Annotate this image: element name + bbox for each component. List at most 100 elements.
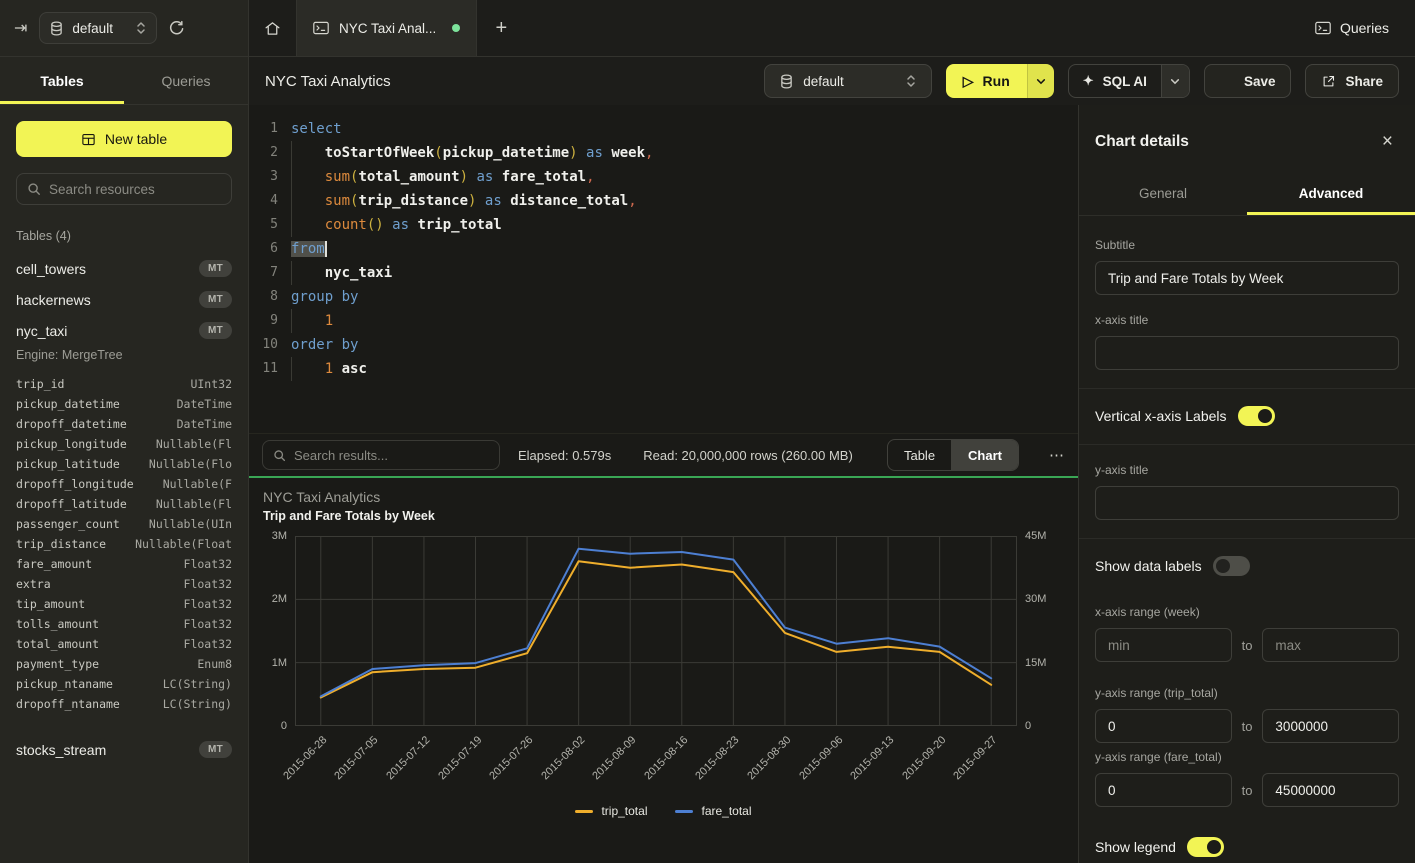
editor-line[interactable]: 7 nyc_taxi — [249, 261, 1078, 285]
queries-icon — [1315, 21, 1331, 35]
column-row: pickup_datetimeDateTime — [16, 394, 232, 414]
home-button[interactable] — [249, 0, 297, 56]
editor-line[interactable]: 2 toStartOfWeek(pickup_datetime) as week… — [249, 141, 1078, 165]
queries-button[interactable]: Queries — [1289, 0, 1415, 56]
collapse-sidebar-button[interactable]: ⇥ — [14, 18, 27, 38]
editor-line[interactable]: 5 count() as trip_total — [249, 213, 1078, 237]
line-number: 10 — [249, 333, 278, 357]
editor-line[interactable]: 4 sum(trip_distance) as distance_total, — [249, 189, 1078, 213]
sidebar-search — [16, 173, 232, 205]
query-database-select[interactable]: default — [764, 64, 932, 98]
y-axis-title-input[interactable] — [1095, 486, 1399, 520]
x-range-min-input[interactable] — [1095, 628, 1232, 662]
tables-section-label: Tables (4) — [0, 223, 248, 253]
editor-line[interactable]: 9 1 — [249, 309, 1078, 333]
y-axis-tick-right: 0 — [1025, 719, 1077, 733]
line-number: 2 — [249, 141, 278, 165]
column-row: fare_amountFloat32 — [16, 554, 232, 574]
new-table-label: New table — [105, 131, 167, 147]
x-axis-tick: 2015-08-23 — [694, 734, 742, 782]
legend-label: fare_total — [701, 804, 751, 818]
panel-tab-advanced[interactable]: Advanced — [1247, 172, 1415, 215]
sidebar-tab-tables[interactable]: Tables — [0, 57, 124, 104]
editor-line[interactable]: 1select — [249, 117, 1078, 141]
table-name: nyc_taxi — [16, 323, 67, 339]
search-resources-input[interactable] — [49, 182, 221, 197]
table-row-nyc-taxi[interactable]: nyc_taxi MT — [0, 315, 248, 346]
share-button[interactable]: Share — [1305, 64, 1399, 98]
view-toggle-table[interactable]: Table — [888, 440, 951, 470]
show-data-labels-label: Show data labels — [1095, 558, 1202, 574]
new-tab-button[interactable]: + — [477, 0, 525, 56]
search-icon — [273, 449, 286, 462]
y-axis-tick-right: 45M — [1025, 529, 1077, 543]
table-name: cell_towers — [16, 261, 86, 277]
column-row: trip_idUInt32 — [16, 374, 232, 394]
results-toolbar: Elapsed: 0.579s Read: 20,000,000 rows (2… — [249, 433, 1078, 476]
workspace: 1select2 toStartOfWeek(pickup_datetime) … — [249, 105, 1078, 863]
y-range-fare-min-input[interactable] — [1095, 773, 1232, 807]
editor-line[interactable]: 3 sum(total_amount) as fare_total, — [249, 165, 1078, 189]
table-row-stocks-stream[interactable]: stocks_stream MT — [0, 734, 248, 765]
y-range-fare-max-input[interactable] — [1262, 773, 1399, 807]
run-button[interactable]: ▷ Run — [946, 64, 1027, 98]
query-header: NYC Taxi Analytics default ▷ Run — [249, 57, 1415, 105]
x-axis-tick: 2015-07-05 — [333, 734, 381, 782]
y-range-trip-label: y-axis range (trip_total) — [1095, 686, 1399, 700]
save-button[interactable]: Save — [1204, 64, 1292, 98]
y-range-trip-min-input[interactable] — [1095, 709, 1232, 743]
to-label: to — [1242, 783, 1253, 798]
show-data-labels-toggle[interactable] — [1213, 556, 1250, 576]
editor-line[interactable]: 10order by — [249, 333, 1078, 357]
column-row: extraFloat32 — [16, 574, 232, 594]
tab-nyc-taxi-analytics[interactable]: NYC Taxi Anal... — [297, 0, 477, 56]
table-row-cell-towers[interactable]: cell_towers MT — [0, 253, 248, 284]
panel-tab-general[interactable]: General — [1079, 172, 1247, 215]
read-stat: Read: 20,000,000 rows (260.00 MB) — [643, 448, 853, 463]
search-results-input[interactable] — [294, 448, 489, 463]
close-panel-button[interactable]: × — [1382, 132, 1393, 151]
legend-item-fare_total[interactable]: fare_total — [675, 804, 751, 818]
refresh-button[interactable] — [169, 20, 185, 36]
legend-item-trip_total[interactable]: trip_total — [575, 804, 647, 818]
legend-swatch — [575, 810, 593, 813]
sql-ai-options-button[interactable] — [1161, 65, 1189, 97]
sidebar-tab-queries[interactable]: Queries — [124, 57, 248, 104]
sql-ai-label: SQL AI — [1103, 74, 1147, 89]
main: NYC Taxi Analytics default ▷ Run — [249, 57, 1415, 863]
topbar-database-select[interactable]: default — [39, 12, 157, 44]
new-table-button[interactable]: New table — [16, 121, 232, 157]
table-row-hackernews[interactable]: hackernews MT — [0, 284, 248, 315]
sql-ai-button[interactable]: ✦ SQL AI — [1069, 65, 1161, 97]
more-options-button[interactable]: ⋯ — [1049, 446, 1065, 464]
line-chart-plot[interactable] — [295, 536, 1017, 726]
view-toggle: Table Chart — [887, 439, 1019, 471]
view-toggle-chart[interactable]: Chart — [951, 440, 1018, 470]
column-row: dropoff_latitudeNullable(Fl — [16, 494, 232, 514]
sidebar: Tables Queries New table Tables (4) cell… — [0, 57, 249, 863]
topbar-left: ⇥ default — [0, 0, 249, 56]
editor-line[interactable]: 6from — [249, 237, 1078, 261]
x-axis-tick: 2015-07-19 — [436, 734, 484, 782]
engine-badge: MT — [199, 260, 232, 277]
column-row: dropoff_ntanameLC(String) — [16, 694, 232, 714]
subtitle-input[interactable] — [1095, 261, 1399, 295]
line-number: 7 — [249, 261, 278, 285]
y-range-trip-max-input[interactable] — [1262, 709, 1399, 743]
sql-editor[interactable]: 1select2 toStartOfWeek(pickup_datetime) … — [249, 105, 1078, 433]
show-legend-toggle[interactable] — [1187, 837, 1224, 857]
line-number: 4 — [249, 189, 278, 213]
save-label: Save — [1244, 74, 1276, 89]
vertical-x-labels-toggle[interactable] — [1238, 406, 1275, 426]
editor-line[interactable]: 8group by — [249, 285, 1078, 309]
x-axis-tick: 2015-09-20 — [900, 734, 948, 782]
x-range-max-input[interactable] — [1262, 628, 1399, 662]
database-icon — [50, 21, 63, 36]
editor-line[interactable]: 11 1 asc — [249, 357, 1078, 381]
panel-title: Chart details — [1095, 133, 1189, 151]
run-options-button[interactable] — [1027, 64, 1054, 98]
updown-chevrons-icon — [136, 21, 146, 35]
y-axis-tick-left: 0 — [249, 719, 287, 733]
home-icon — [264, 20, 281, 37]
x-axis-title-input[interactable] — [1095, 336, 1399, 370]
